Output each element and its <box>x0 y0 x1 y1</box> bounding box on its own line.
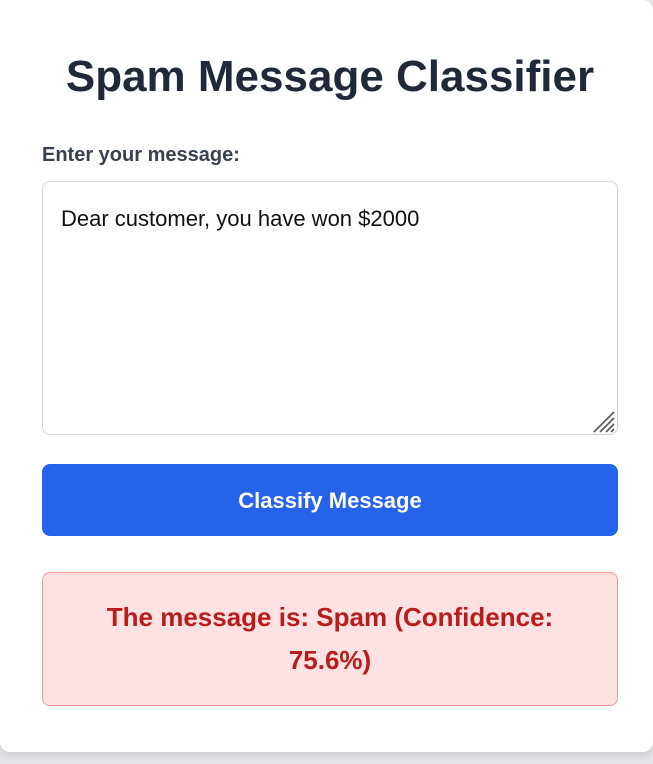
resize-handle-icon[interactable] <box>592 410 616 434</box>
classifier-card: Spam Message Classifier Enter your messa… <box>0 0 653 752</box>
classify-button[interactable]: Classify Message <box>42 464 618 536</box>
message-input[interactable] <box>42 181 618 435</box>
message-label: Enter your message: <box>42 144 240 166</box>
result-text: The message is: Spam (Confidence: 75.6%) <box>106 602 554 675</box>
result-panel: The message is: Spam (Confidence: 75.6%) <box>42 572 618 706</box>
page-title: Spam Message Classifier <box>65 52 595 101</box>
